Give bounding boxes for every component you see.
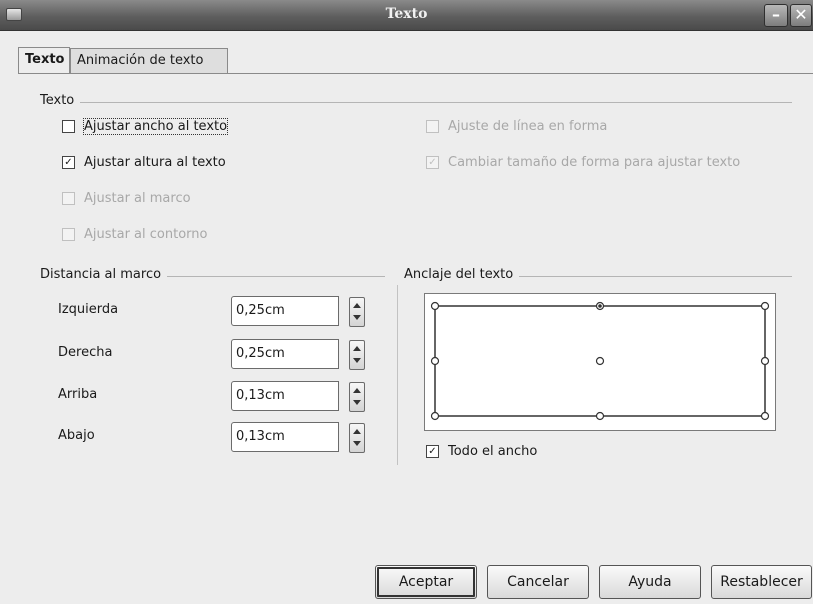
section-title-anclaje: Anclaje del texto (404, 267, 520, 282)
anchor-top-left[interactable] (430, 301, 440, 311)
checkbox-cambiar-tamano-forma: ✓ Cambiar tamaño de forma para ajustar t… (426, 155, 740, 170)
spin-down-icon[interactable] (353, 441, 361, 446)
spin-arriba[interactable]: 0,13cm (231, 381, 365, 412)
spin-input[interactable]: 0,25cm (231, 339, 339, 369)
checkbox-box (62, 228, 75, 241)
checkbox-ajustar-contorno: Ajustar al contorno (62, 227, 207, 242)
anchor-middle-center[interactable] (595, 356, 605, 366)
spin-buttons[interactable] (349, 340, 365, 370)
spin-down-icon[interactable] (353, 315, 361, 320)
reset-button[interactable]: Restablecer (711, 565, 812, 599)
checkbox-label: Cambiar tamaño de forma para ajustar tex… (448, 155, 741, 170)
spin-buttons[interactable] (349, 423, 365, 453)
tab-animacion-de-texto[interactable]: Animación de texto (70, 48, 228, 73)
checkbox-box (62, 192, 75, 205)
spin-input[interactable]: 0,13cm (231, 422, 339, 452)
label-abajo: Abajo (58, 428, 95, 443)
anchor-bottom-left[interactable] (430, 411, 440, 421)
checkbox-label: Ajustar altura al texto (84, 155, 226, 170)
close-icon: ✕ (794, 5, 808, 24)
anchor-selector[interactable] (424, 293, 776, 431)
spin-up-icon[interactable] (353, 346, 361, 351)
spin-up-icon[interactable] (353, 388, 361, 393)
checkbox-ajuste-linea-forma: Ajuste de línea en forma (426, 119, 607, 134)
anchor-selected-dot (598, 304, 602, 308)
title-bar: Texto – ✕ (0, 0, 813, 31)
checkbox-ajustar-marco: Ajustar al marco (62, 191, 191, 206)
label-izquierda: Izquierda (58, 302, 119, 317)
checkbox-box[interactable] (62, 120, 75, 133)
anchor-diagram (430, 301, 770, 421)
spin-down-icon[interactable] (353, 400, 361, 405)
spin-up-icon[interactable] (353, 429, 361, 434)
spin-derecha[interactable]: 0,25cm (231, 339, 365, 370)
close-button[interactable]: ✕ (790, 4, 812, 27)
spin-buttons[interactable] (349, 297, 365, 327)
spin-down-icon[interactable] (353, 358, 361, 363)
cancel-button[interactable]: Cancelar (487, 565, 589, 599)
vertical-separator (397, 285, 398, 465)
tab-texto[interactable]: Texto (18, 47, 70, 74)
checkbox-ajustar-ancho[interactable]: Ajustar ancho al texto (62, 118, 229, 135)
anchor-bottom-center[interactable] (595, 411, 605, 421)
section-title-texto: Texto (40, 93, 81, 108)
section-rule (40, 102, 792, 103)
label-arriba: Arriba (58, 387, 98, 402)
spin-input[interactable]: 0,13cm (231, 381, 339, 411)
checkbox-box: ✓ (426, 156, 439, 169)
checkbox-label: Ajustar al marco (84, 191, 191, 206)
anchor-top-right[interactable] (760, 301, 770, 311)
spin-input[interactable]: 0,25cm (231, 296, 339, 326)
anchor-middle-left[interactable] (430, 356, 440, 366)
checkbox-ajustar-altura[interactable]: ✓ Ajustar altura al texto (62, 155, 226, 170)
window-title: Texto (385, 6, 428, 22)
spin-abajo[interactable]: 0,13cm (231, 422, 365, 453)
anchor-bottom-right[interactable] (760, 411, 770, 421)
anchor-middle-right[interactable] (760, 356, 770, 366)
checkbox-label: Ajuste de línea en forma (448, 119, 608, 134)
checkbox-box[interactable]: ✓ (62, 156, 75, 169)
checkbox-box[interactable]: ✓ (426, 445, 439, 458)
spin-buttons[interactable] (349, 382, 365, 412)
ok-button[interactable]: Aceptar (375, 565, 477, 599)
checkbox-label: Ajustar ancho al texto (82, 118, 229, 135)
section-title-distancia: Distancia al marco (40, 267, 168, 282)
checkbox-box (426, 120, 439, 133)
help-button[interactable]: Ayuda (599, 565, 701, 599)
spin-up-icon[interactable] (353, 303, 361, 308)
spin-izquierda[interactable]: 0,25cm (231, 296, 365, 327)
label-derecha: Derecha (58, 345, 113, 360)
checkbox-label: Todo el ancho (448, 444, 538, 459)
minimize-button[interactable]: – (764, 4, 788, 27)
checkbox-label: Ajustar al contorno (84, 227, 208, 242)
checkbox-todo-el-ancho[interactable]: ✓ Todo el ancho (426, 444, 537, 459)
minimize-icon: – (772, 5, 780, 24)
